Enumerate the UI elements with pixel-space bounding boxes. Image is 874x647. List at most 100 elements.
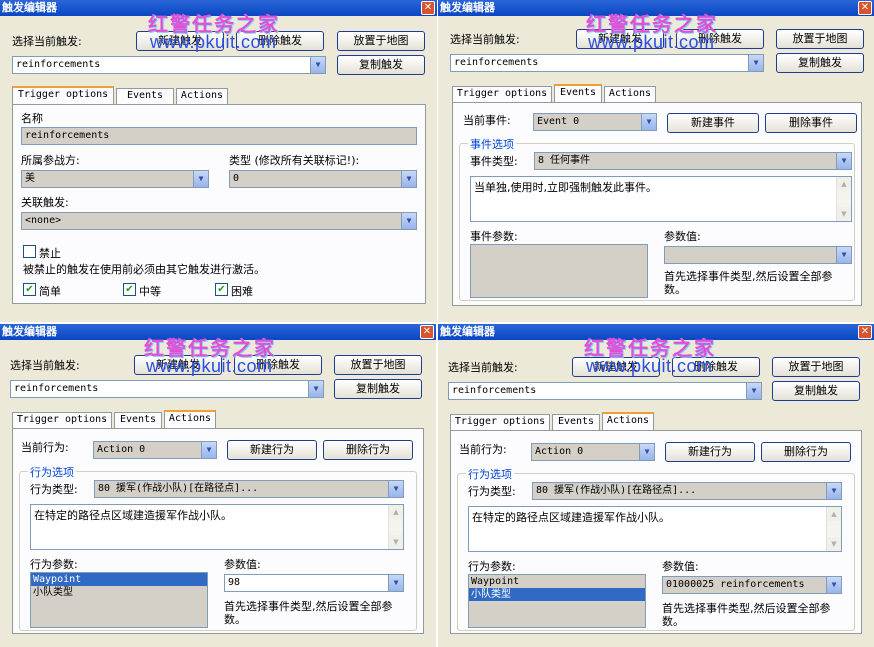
description-scrollbar[interactable]: ▲ ▼ (388, 505, 403, 549)
action-type-select[interactable]: 80 援军(作战小队)[在路径点]... ▼ (532, 482, 842, 500)
param-value-select[interactable]: ▼ (664, 246, 852, 264)
dropdown-arrow-icon[interactable]: ▼ (836, 247, 851, 263)
dropdown-arrow-icon[interactable]: ▼ (388, 481, 403, 497)
hard-label: 困难 (231, 285, 253, 298)
tab-actions[interactable]: Actions (604, 86, 656, 102)
easy-checkbox[interactable]: ✔ (23, 283, 36, 296)
tab-actions[interactable]: Actions (176, 88, 228, 104)
action-select[interactable]: Action 0 ▼ (531, 443, 655, 461)
new-action-button[interactable]: 新建行为 (227, 440, 317, 460)
disabled-checkbox[interactable] (23, 245, 36, 258)
dropdown-arrow-icon[interactable]: ▼ (388, 575, 403, 591)
new-trigger-button[interactable]: 新建触发 (572, 357, 660, 377)
tab-trigger-options[interactable]: Trigger options (452, 86, 552, 102)
new-trigger-button[interactable]: 新建触发 (134, 355, 222, 375)
dropdown-arrow-icon[interactable]: ▼ (746, 383, 761, 399)
scroll-up-icon[interactable]: ▲ (837, 177, 851, 191)
dropdown-arrow-icon[interactable]: ▼ (639, 444, 654, 460)
copy-trigger-button[interactable]: 复制触发 (772, 381, 860, 401)
event-params-list[interactable] (470, 244, 648, 298)
delete-trigger-button[interactable]: 删除触发 (234, 355, 322, 375)
tab-trigger-options[interactable]: Trigger options (12, 412, 112, 428)
trigger-select[interactable]: reinforcements ▼ (448, 382, 762, 400)
tab-actions[interactable]: Actions (602, 412, 654, 430)
select-trigger-label: 选择当前触发: (12, 35, 82, 48)
place-on-map-button[interactable]: 放置于地图 (337, 31, 425, 51)
event-select[interactable]: Event 0 ▼ (533, 113, 657, 131)
event-type-value: 8 任何事件 (538, 155, 591, 166)
delete-action-button[interactable]: 删除行为 (761, 442, 851, 462)
param-value-select[interactable]: 98 ▼ (224, 574, 404, 592)
dropdown-arrow-icon[interactable]: ▼ (308, 381, 323, 397)
dropdown-arrow-icon[interactable]: ▼ (401, 171, 416, 187)
place-on-map-button[interactable]: 放置于地图 (776, 29, 864, 49)
scroll-up-icon[interactable]: ▲ (389, 505, 403, 519)
scroll-down-icon[interactable]: ▼ (827, 537, 841, 551)
scroll-down-icon[interactable]: ▼ (837, 207, 851, 221)
close-icon[interactable]: ✕ (858, 1, 872, 15)
tab-trigger-options[interactable]: Trigger options (450, 414, 550, 430)
dropdown-arrow-icon[interactable]: ▼ (201, 442, 216, 458)
attached-trigger-value: <none> (25, 215, 62, 226)
medium-checkbox[interactable]: ✔ (123, 283, 136, 296)
dropdown-arrow-icon[interactable]: ▼ (836, 153, 851, 169)
trigger-select[interactable]: reinforcements ▼ (12, 56, 326, 74)
dropdown-arrow-icon[interactable]: ▼ (641, 114, 656, 130)
tab-trigger-options[interactable]: Trigger options (12, 86, 114, 104)
new-trigger-button[interactable]: 新建触发 (576, 29, 664, 49)
delete-trigger-button[interactable]: 删除触发 (672, 357, 760, 377)
event-type-select[interactable]: 8 任何事件 ▼ (534, 152, 852, 170)
list-item[interactable]: Waypoint (31, 573, 207, 586)
action-type-select[interactable]: 80 援军(作战小队)[在路径点]... ▼ (94, 480, 404, 498)
dropdown-arrow-icon[interactable]: ▼ (826, 577, 841, 593)
scroll-up-icon[interactable]: ▲ (827, 507, 841, 521)
list-item[interactable]: Waypoint (469, 575, 645, 588)
dropdown-arrow-icon[interactable]: ▼ (310, 57, 325, 73)
delete-event-button[interactable]: 删除事件 (765, 113, 857, 133)
dropdown-arrow-icon[interactable]: ▼ (748, 55, 763, 71)
dropdown-arrow-icon[interactable]: ▼ (401, 213, 416, 229)
description-scrollbar[interactable]: ▲ ▼ (826, 507, 841, 551)
trigger-select[interactable]: reinforcements ▼ (10, 380, 324, 398)
trigger-select[interactable]: reinforcements ▼ (450, 54, 764, 72)
dropdown-arrow-icon[interactable]: ▼ (826, 483, 841, 499)
action-options-title: 行为选项 (28, 464, 76, 480)
place-on-map-button[interactable]: 放置于地图 (334, 355, 422, 375)
attached-trigger-select[interactable]: <none> ▼ (21, 212, 417, 230)
delete-trigger-button[interactable]: 删除触发 (676, 29, 764, 49)
description-scrollbar[interactable]: ▲ ▼ (836, 177, 851, 221)
copy-trigger-button[interactable]: 复制触发 (337, 55, 425, 75)
delete-action-button[interactable]: 删除行为 (323, 440, 413, 460)
tab-events[interactable]: Events (554, 84, 602, 102)
param-value-label: 参数值: (224, 558, 261, 571)
window-title: 触发编辑器 (2, 325, 57, 338)
close-icon[interactable]: ✕ (420, 325, 434, 339)
scroll-down-icon[interactable]: ▼ (389, 535, 403, 549)
tab-events[interactable]: Events (114, 412, 162, 428)
copy-trigger-button[interactable]: 复制触发 (776, 53, 864, 73)
name-field[interactable]: reinforcements (21, 127, 417, 145)
tab-events[interactable]: Events (552, 414, 600, 430)
action-options-group: 行为选项 行为类型: 80 援军(作战小队)[在路径点]... ▼ 在特定的路径点… (457, 466, 855, 631)
list-item[interactable]: 小队类型 (469, 588, 645, 601)
close-icon[interactable]: ✕ (858, 325, 872, 339)
action-params-list[interactable]: Waypoint 小队类型 (468, 574, 646, 628)
new-event-button[interactable]: 新建事件 (667, 113, 759, 133)
new-action-button[interactable]: 新建行为 (665, 442, 755, 462)
action-params-list[interactable]: Waypoint 小队类型 (30, 572, 208, 628)
new-trigger-button[interactable]: 新建触发 (136, 31, 224, 51)
delete-trigger-button[interactable]: 删除触发 (236, 31, 324, 51)
param-value-select[interactable]: 01000025 reinforcements ▼ (662, 576, 842, 594)
hard-checkbox[interactable]: ✔ (215, 283, 228, 296)
action-params-label: 行为参数: (30, 558, 78, 571)
dropdown-arrow-icon[interactable]: ▼ (193, 171, 208, 187)
type-select[interactable]: 0 ▼ (229, 170, 417, 188)
close-icon[interactable]: ✕ (421, 1, 435, 15)
tab-actions[interactable]: Actions (164, 410, 216, 428)
list-item[interactable]: 小队类型 (31, 586, 207, 599)
copy-trigger-button[interactable]: 复制触发 (334, 379, 422, 399)
action-select[interactable]: Action 0 ▼ (93, 441, 217, 459)
tab-events[interactable]: Events (116, 88, 174, 104)
house-select[interactable]: 美 ▼ (21, 170, 209, 188)
place-on-map-button[interactable]: 放置于地图 (772, 357, 860, 377)
